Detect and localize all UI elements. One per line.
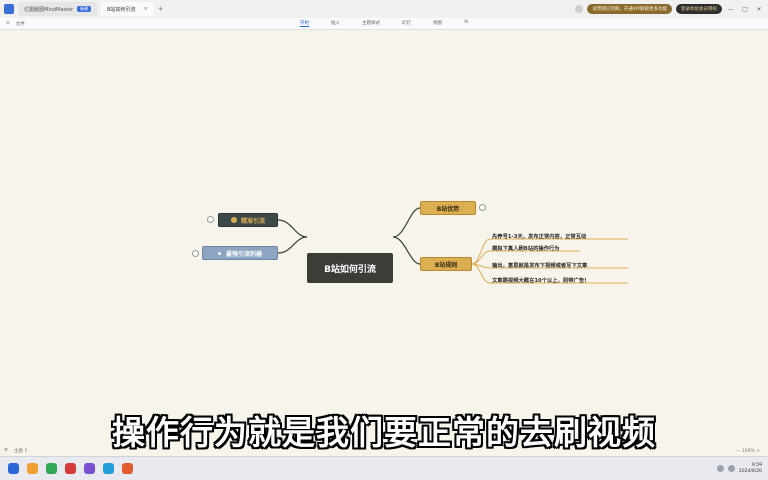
tab-document-label: B站如何引流 (107, 6, 136, 13)
tab-start[interactable]: 开始 (300, 20, 309, 27)
clock-date: 2024/6/20 (738, 468, 762, 474)
taskbar-app-icon[interactable] (103, 463, 114, 474)
connector-lines (277, 207, 628, 284)
tab-document[interactable]: B站如何引流 × (101, 2, 154, 16)
status-bar: ⚙ 主题 1 — 100% + (0, 446, 768, 456)
new-badge: 新建 (77, 6, 92, 12)
collapse-toggle-advantage[interactable] (479, 204, 486, 211)
rule-item-4[interactable]: 文章跟视频大概在10个以上，则带广告! (492, 276, 587, 284)
minimize-button[interactable]: — (726, 6, 736, 13)
tab-home[interactable]: 亿图脑图MindMaster 新建 (18, 2, 98, 16)
tab-ai[interactable]: AI (464, 20, 468, 27)
user-icon[interactable] (575, 5, 584, 13)
file-menu[interactable]: 文件 (16, 21, 25, 27)
close-tab-icon[interactable]: × (144, 6, 148, 12)
taskbar-app-icon[interactable] (27, 463, 38, 474)
mindmap-canvas[interactable]: B站如何引流 B站优势 B站规则 先养号1-3天，发布正常内容，正常互动 模拟下… (0, 31, 768, 451)
ribbon-tabs: 开始 插入 主题样式 幻灯 视图 AI (300, 20, 468, 27)
collapse-toggle-best-tool[interactable] (192, 250, 199, 257)
taskbar-app-icon[interactable] (8, 463, 19, 474)
taskbar-app-icon[interactable] (84, 463, 95, 474)
branch-best-tool-label: 最强引流利器 (225, 250, 262, 258)
zoom-control[interactable]: — 100% + (736, 449, 760, 454)
app-logo-icon (4, 4, 14, 14)
rule-item-2[interactable]: 模拟下真人刷B站的操作行为 (492, 244, 560, 252)
root-topic[interactable]: B站如何引流 (307, 253, 393, 283)
rule-item-3[interactable]: 输出，意思就是发布下视频或者写下文章 (492, 261, 587, 269)
branch-best-tool[interactable]: 最强引流利器 (202, 246, 278, 260)
tab-view[interactable]: 视图 (433, 20, 442, 27)
system-clock[interactable]: 9:59 2024/6/20 (739, 463, 762, 475)
star-icon (230, 217, 237, 223)
hamburger-menu-icon[interactable]: ≡ (6, 21, 10, 27)
branch-precise-label: 精准引流 (240, 217, 265, 225)
title-bar: 亿图脑图MindMaster 新建 B站如何引流 × + 试用期已到期，开通VI… (0, 0, 768, 18)
promo-banner[interactable]: 试用期已到期，开通VIP解锁更多功能 (587, 4, 672, 14)
tab-theme[interactable]: 主题样式 (362, 20, 380, 27)
taskbar: 9:59 2024/6/20 (0, 456, 768, 480)
maximize-button[interactable]: □ (740, 6, 750, 13)
theme-indicator[interactable]: 主题 1 (14, 448, 27, 454)
tab-home-label: 亿图脑图MindMaster (24, 6, 74, 13)
taskbar-apps (8, 463, 133, 474)
add-tab-button[interactable]: + (158, 5, 164, 13)
taskbar-app-icon[interactable] (46, 463, 57, 474)
branch-precise[interactable]: 精准引流 (218, 213, 278, 227)
menu-bar: ≡ 文件 开始 插入 主题样式 幻灯 视图 AI (0, 18, 768, 30)
settings-icon[interactable]: ⚙ (4, 448, 8, 454)
branch-b-advantage[interactable]: B站优势 (420, 201, 476, 215)
collapse-toggle-precise[interactable] (207, 216, 214, 223)
taskbar-app-icon[interactable] (65, 463, 76, 474)
taskbar-app-icon[interactable] (122, 463, 133, 474)
rule-item-1[interactable]: 先养号1-3天，发布正常内容，正常互动 (492, 232, 586, 240)
network-icon[interactable] (716, 465, 724, 472)
tab-insert[interactable]: 插入 (331, 20, 340, 27)
close-window-button[interactable]: ✕ (754, 6, 764, 13)
tab-slides[interactable]: 幻灯 (402, 20, 411, 27)
bullet-icon (217, 251, 221, 255)
volume-icon[interactable] (727, 465, 735, 472)
branch-b-rules[interactable]: B站规则 (420, 257, 472, 271)
vip-button[interactable]: 登录体验会员特权 (676, 4, 722, 14)
